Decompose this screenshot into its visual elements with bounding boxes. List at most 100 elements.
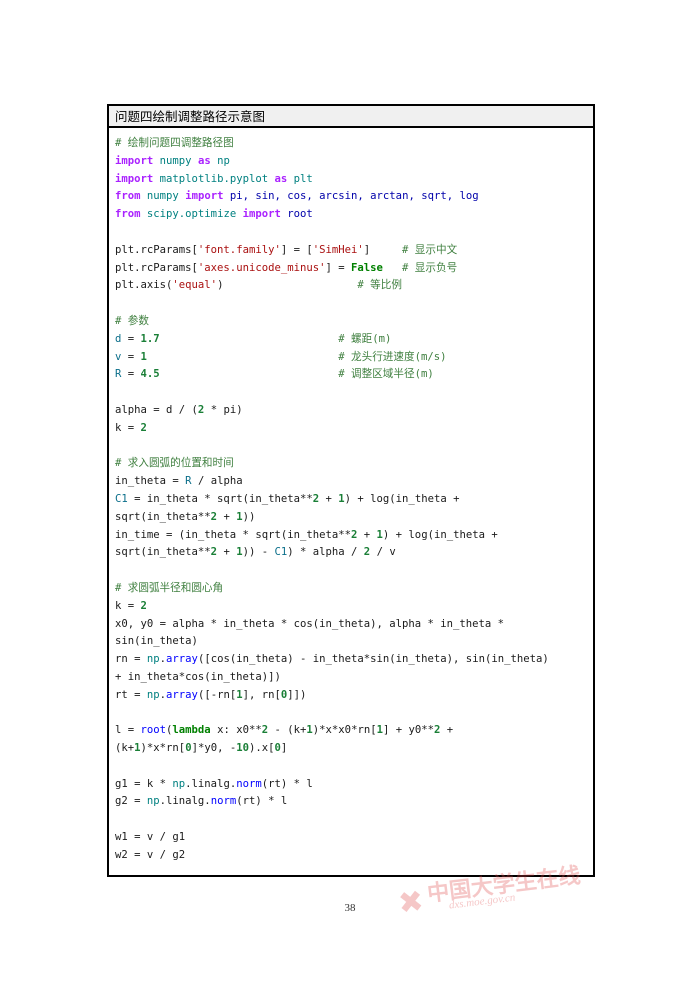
- code-token-plain: ).x[: [249, 742, 275, 755]
- code-token-var: C1: [115, 492, 128, 505]
- code-token-num: 1.7: [140, 332, 160, 345]
- code-token-kw: from: [115, 208, 141, 221]
- code-line: from scipy.optimize import root: [115, 206, 593, 224]
- code-token-plain: ]: [280, 742, 288, 755]
- code-token-cmt: # 调整区域半径(m): [338, 368, 434, 381]
- code-token-cmt: # 绘制问题四调整路径图: [115, 137, 234, 149]
- code-token-cmt: # 等比例: [357, 279, 402, 292]
- code-token-kw: from: [115, 190, 141, 203]
- code-token-plain: ) + log(in_theta +: [382, 528, 498, 541]
- code-token-kw: import: [115, 154, 154, 167]
- code-token-builtin: plt: [293, 172, 313, 185]
- code-token-plain: ]*y0, -: [191, 742, 237, 755]
- code-token-plain: .linalg.: [185, 777, 237, 790]
- code-token-plain: in_theta =: [115, 475, 186, 488]
- code-token-num: 4.5: [140, 368, 160, 381]
- code-token-plain: plt.axis(: [115, 279, 173, 292]
- code-token-cmt: # 求圆弧半径和圆心角: [115, 581, 224, 594]
- code-line: g2 = np.linalg.norm(rt) * l: [115, 793, 593, 811]
- code-token-plain: ([-rn[: [197, 688, 237, 701]
- code-token-plain: plt.rcParams[: [115, 261, 198, 274]
- code-token-plain: in_time = (in_theta * sqrt(in_theta**: [115, 528, 351, 541]
- code-line: C1 = in_theta * sqrt(in_theta**2 + 1) + …: [115, 491, 593, 509]
- code-token-cmt: # 参数: [115, 314, 149, 327]
- code-line: # 绘制问题四调整路径图: [115, 135, 593, 153]
- code-token-cmt: # 显示负号: [402, 261, 458, 274]
- code-block: # 绘制问题四调整路径图 import numpy as np import mat…: [109, 128, 593, 875]
- code-token-plain: ], rn[: [242, 688, 281, 701]
- document-page: 问题四绘制调整路径示意图 # 绘制问题四调整路径图 import numpy as…: [0, 0, 700, 989]
- code-line: R = 4.5 # 调整区域半径(m): [115, 366, 593, 384]
- code-line: w2 = v / g2: [115, 847, 593, 865]
- code-token-cmt: # 求入圆弧的位置和时间: [115, 457, 234, 470]
- code-token-num: 2: [140, 421, 147, 434]
- code-line: from numpy import pi, sin, cos, arcsin, …: [115, 188, 593, 206]
- code-token-plain: ) + log(in_theta +: [344, 492, 460, 505]
- code-line: v = 1 # 龙头行进速度(m/s): [115, 349, 593, 367]
- code-token-plain: ]]): [287, 688, 307, 701]
- code-line: rn = np.array([cos(in_theta) - in_theta*…: [115, 651, 593, 669]
- code-line: in_time = (in_theta * sqrt(in_theta**2 +…: [115, 527, 593, 545]
- code-token-plain: * pi): [204, 403, 243, 416]
- code-line: (k+1)*x*rn[0]*y0, -10).x[0]: [115, 740, 593, 758]
- code-line: import matplotlib.pyplot as plt: [115, 171, 593, 189]
- code-token-plain: (rt) * l: [236, 795, 288, 808]
- code-token-plain: x0, y0 = alpha * in_theta * cos(in_theta…: [115, 617, 505, 630]
- code-token-kw: as: [197, 154, 211, 167]
- code-line: sqrt(in_theta**2 + 1)): [115, 509, 593, 527]
- code-token-fn: norm: [210, 795, 237, 808]
- code-token-plain: rt =: [115, 688, 147, 701]
- code-token-plain: ] = [: [280, 243, 313, 256]
- code-line: g1 = k * np.linalg.norm(rt) * l: [115, 776, 593, 794]
- code-line: import numpy as np: [115, 153, 593, 171]
- code-token-plain: ): [217, 279, 358, 292]
- code-token-plain: w2 = v / g2: [115, 848, 186, 861]
- code-token-builtin: scipy.optimize: [146, 208, 237, 221]
- code-token-plain: =: [121, 350, 141, 363]
- code-token-plain: ]: [363, 243, 403, 256]
- code-token-num: 10: [236, 742, 249, 755]
- code-line: d = 1.7 # 螺距(m): [115, 331, 593, 349]
- code-token-plain: ] =: [325, 261, 351, 274]
- listing-caption: 问题四绘制调整路径示意图: [109, 106, 593, 128]
- code-line: sqrt(in_theta**2 + 1)) - C1) * alpha / 2…: [115, 544, 593, 562]
- code-token-kw: import: [242, 208, 281, 221]
- code-token-kw: import: [115, 172, 154, 185]
- code-token-plain: k =: [115, 599, 141, 612]
- code-token-cmt: # 显示中文: [402, 243, 458, 256]
- code-token-plain: / alpha: [191, 475, 243, 488]
- code-token-plain: ] + y0**: [382, 724, 434, 737]
- code-line: plt.rcParams['font.family'] = ['SimHei']…: [115, 242, 593, 260]
- code-token-plain: - (k+: [268, 724, 307, 737]
- code-token-plain: w1 = v / g1: [115, 831, 186, 844]
- code-token-plain: )*x*x0*rn[: [312, 724, 377, 737]
- code-line: x0, y0 = alpha * in_theta * cos(in_theta…: [115, 616, 593, 634]
- code-token-plain: )) -: [242, 546, 275, 559]
- code-token-fn: norm: [236, 777, 262, 790]
- code-token-num: 2: [140, 599, 147, 612]
- code-token-kw: as: [274, 172, 288, 185]
- code-token-plain: (rt) * l: [261, 777, 313, 790]
- code-token-cmt: # 龙头行进速度(m/s): [338, 350, 447, 363]
- code-token-plain: alpha = d / (: [115, 403, 198, 416]
- code-token-str: 'equal': [172, 279, 218, 292]
- code-line: k = 2: [115, 420, 593, 438]
- code-line: l = root(lambda x: x0**2 - (k+1)*x*x0*rn…: [115, 722, 593, 740]
- code-token-plain: / v: [370, 546, 396, 559]
- code-token-kw2: lambda: [172, 724, 211, 737]
- code-token-builtin: np: [217, 154, 230, 167]
- code-line: + in_theta*cos(in_theta)]): [115, 669, 593, 687]
- code-line: alpha = d / (2 * pi): [115, 402, 593, 420]
- code-token-plain: +: [217, 546, 237, 559]
- code-token-builtin: np: [146, 653, 160, 666]
- code-line: plt.rcParams['axes.unicode_minus'] = Fal…: [115, 260, 593, 278]
